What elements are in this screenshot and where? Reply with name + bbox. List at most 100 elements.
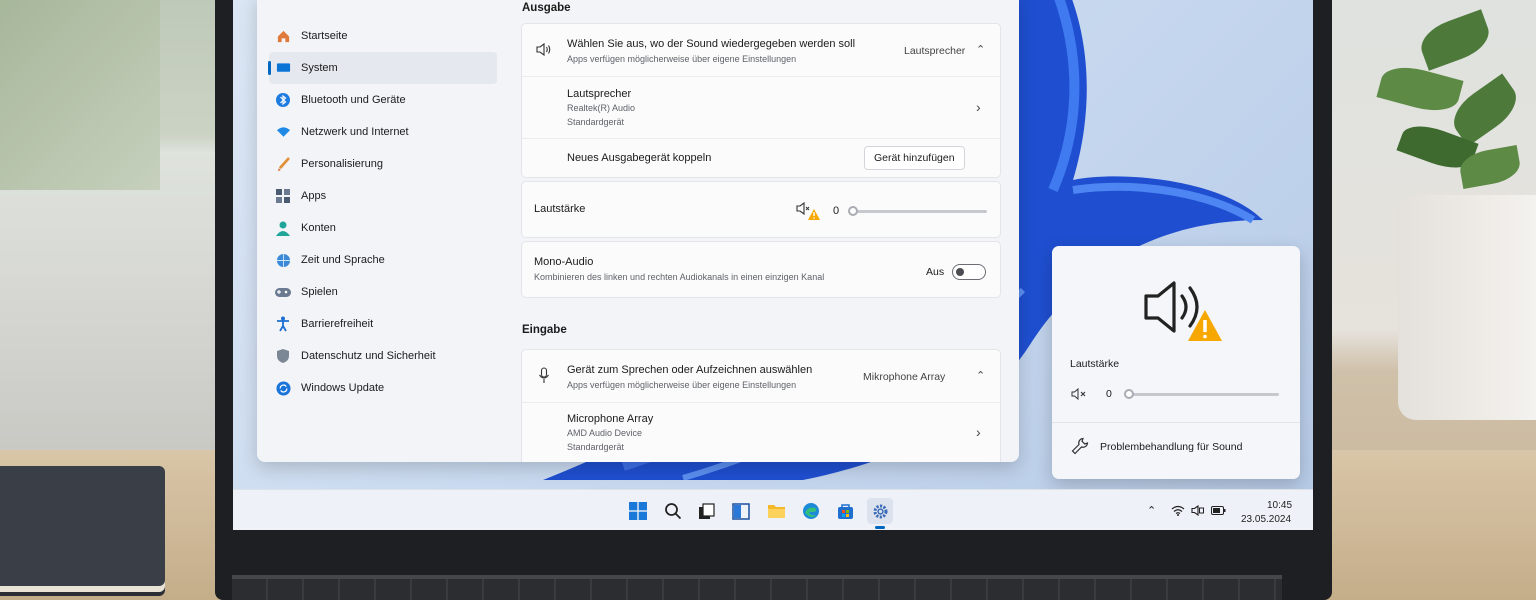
chevron-right-icon: › bbox=[976, 99, 981, 115]
nav-label: Spielen bbox=[301, 286, 338, 298]
speaker-warning-icon bbox=[1144, 278, 1224, 349]
flyout-volume-slider-thumb[interactable] bbox=[1124, 389, 1134, 399]
taskbar-date[interactable]: 23.05.2024 bbox=[1241, 514, 1291, 525]
input-select-subtitle: Apps verfügen möglicherweise über eigene… bbox=[567, 380, 797, 390]
flyout-volume-slider[interactable] bbox=[1127, 393, 1279, 396]
system-icon bbox=[275, 60, 291, 76]
input-device-row[interactable]: Microphone Array AMD Audio Device Standa… bbox=[522, 402, 1000, 462]
edge-icon[interactable] bbox=[800, 500, 822, 522]
volume-value: 0 bbox=[833, 205, 840, 217]
nav-item-barrierefreiheit[interactable]: Barrierefreiheit bbox=[269, 308, 497, 340]
task-view-icon[interactable] bbox=[695, 500, 717, 522]
battery-icon[interactable] bbox=[1211, 506, 1226, 518]
bluetooth-icon bbox=[275, 92, 291, 108]
nav-label: Datenschutz und Sicherheit bbox=[301, 350, 436, 362]
nav-item-network[interactable]: Netzwerk und Internet bbox=[269, 116, 497, 148]
input-device-name: Microphone Array bbox=[567, 413, 654, 425]
nav-label: Konten bbox=[301, 222, 336, 234]
file-explorer-icon[interactable] bbox=[765, 500, 787, 522]
input-device-default: Standardgerät bbox=[567, 442, 625, 452]
home-icon bbox=[275, 28, 291, 44]
chevron-right-icon: › bbox=[976, 424, 981, 440]
mono-audio-title: Mono-Audio bbox=[534, 256, 594, 268]
nav-item-konten[interactable]: Konten bbox=[269, 212, 497, 244]
nav-item-startseite[interactable]: Startseite bbox=[269, 20, 497, 52]
wifi-icon[interactable] bbox=[1171, 505, 1185, 519]
volume-slider[interactable] bbox=[849, 210, 987, 213]
volume-slider-thumb[interactable] bbox=[848, 206, 858, 216]
start-icon[interactable] bbox=[627, 500, 649, 522]
microphone-icon bbox=[538, 367, 550, 389]
output-select-title: Wählen Sie aus, wo der Sound wiedergegeb… bbox=[567, 38, 856, 50]
nav-item-personalisierung[interactable]: Personalisierung bbox=[269, 148, 497, 180]
mono-audio-state: Aus bbox=[926, 266, 945, 278]
nav-item-datenschutz[interactable]: Datenschutz und Sicherheit bbox=[269, 340, 497, 372]
nav-item-bluetooth[interactable]: Bluetooth und Geräte bbox=[269, 84, 497, 116]
window-pane bbox=[0, 0, 160, 190]
speaker-mute-icon[interactable] bbox=[1071, 387, 1089, 405]
search-icon[interactable] bbox=[662, 500, 684, 522]
volume-card: Lautstärke 0 bbox=[521, 181, 1001, 238]
output-device-default: Standardgerät bbox=[567, 117, 625, 127]
store-icon[interactable] bbox=[834, 500, 856, 522]
taskbar: ⌃ 10:45 23.05.2024 bbox=[233, 489, 1313, 530]
output-select-subtitle: Apps verfügen möglicherweise über eigene… bbox=[567, 54, 797, 64]
keyboard bbox=[232, 575, 1282, 600]
brush-icon bbox=[275, 156, 291, 172]
speaker-muted-warning-icon bbox=[796, 201, 822, 226]
plant bbox=[1360, 0, 1536, 200]
nav-label: Personalisierung bbox=[301, 158, 383, 170]
accessibility-icon bbox=[275, 316, 291, 332]
pair-device-label: Neues Ausgabegerät koppeln bbox=[567, 152, 712, 164]
settings-icon[interactable] bbox=[867, 498, 893, 524]
wrench-icon bbox=[1071, 437, 1089, 460]
output-device-name: Lautsprecher bbox=[567, 88, 632, 100]
settings-window: Startseite System Bluetooth und Geräte N… bbox=[257, 0, 1019, 462]
taskbar-time[interactable]: 10:45 bbox=[1267, 500, 1292, 511]
nav-label: Windows Update bbox=[301, 382, 385, 394]
gamepad-icon bbox=[275, 284, 291, 300]
input-card: Gerät zum Sprechen oder Aufzeichnen ausw… bbox=[521, 349, 1001, 462]
add-device-button[interactable]: Gerät hinzufügen bbox=[864, 146, 965, 170]
nav-label: Zeit und Sprache bbox=[301, 254, 385, 266]
mono-audio-card: Mono-Audio Kombinieren des linken und re… bbox=[521, 241, 1001, 298]
network-icon bbox=[275, 124, 291, 140]
nav-item-windows-update[interactable]: Windows Update bbox=[269, 372, 497, 404]
chevron-up-icon[interactable]: ⌃ bbox=[1147, 504, 1156, 517]
volume-tray-icon[interactable] bbox=[1191, 504, 1205, 519]
input-heading: Eingabe bbox=[522, 324, 567, 336]
flyout-volume-label: Lautstärke bbox=[1070, 358, 1120, 370]
nav-item-apps[interactable]: Apps bbox=[269, 180, 497, 212]
chevron-up-icon[interactable]: ⌃ bbox=[976, 43, 985, 56]
chevron-up-icon[interactable]: ⌃ bbox=[976, 369, 985, 382]
screen: Startseite System Bluetooth und Geräte N… bbox=[233, 0, 1313, 530]
nav-label: Startseite bbox=[301, 30, 348, 42]
nav-label: Netzwerk und Internet bbox=[301, 126, 409, 138]
input-select-row[interactable]: Gerät zum Sprechen oder Aufzeichnen ausw… bbox=[522, 350, 1000, 402]
nav-item-system[interactable]: System bbox=[268, 52, 497, 84]
output-select-row[interactable]: Wählen Sie aus, wo der Sound wiedergegeb… bbox=[522, 24, 1000, 76]
input-select-title: Gerät zum Sprechen oder Aufzeichnen ausw… bbox=[567, 364, 813, 376]
widgets-icon[interactable] bbox=[730, 500, 752, 522]
output-device-row[interactable]: Lautsprecher Realtek(R) Audio Standardge… bbox=[522, 76, 1000, 138]
speaker-icon bbox=[536, 42, 552, 61]
nav-item-spielen[interactable]: Spielen bbox=[269, 276, 497, 308]
troubleshoot-label: Problembehandlung für Sound bbox=[1100, 441, 1243, 453]
mono-audio-subtitle: Kombinieren des linken und rechten Audio… bbox=[534, 272, 825, 282]
output-select-value: Lautsprecher bbox=[904, 45, 966, 57]
mono-audio-toggle[interactable] bbox=[952, 264, 986, 280]
nav-label: Bluetooth und Geräte bbox=[301, 94, 406, 106]
active-app-indicator bbox=[875, 526, 885, 529]
nav-item-zeit[interactable]: Zeit und Sprache bbox=[269, 244, 497, 276]
flyout-divider bbox=[1052, 422, 1300, 423]
volume-label: Lautstärke bbox=[534, 203, 586, 215]
apps-icon bbox=[275, 188, 291, 204]
update-icon bbox=[275, 380, 291, 396]
troubleshoot-sound-button[interactable]: Problembehandlung für Sound bbox=[1052, 424, 1300, 474]
output-heading: Ausgabe bbox=[522, 2, 571, 14]
globe-icon bbox=[275, 252, 291, 268]
nav-label: Barrierefreiheit bbox=[301, 318, 374, 330]
settings-nav: Startseite System Bluetooth und Geräte N… bbox=[268, 20, 497, 404]
volume-flyout: Lautstärke 0 Problembehandlung für Sound bbox=[1052, 246, 1300, 479]
book bbox=[0, 466, 165, 586]
